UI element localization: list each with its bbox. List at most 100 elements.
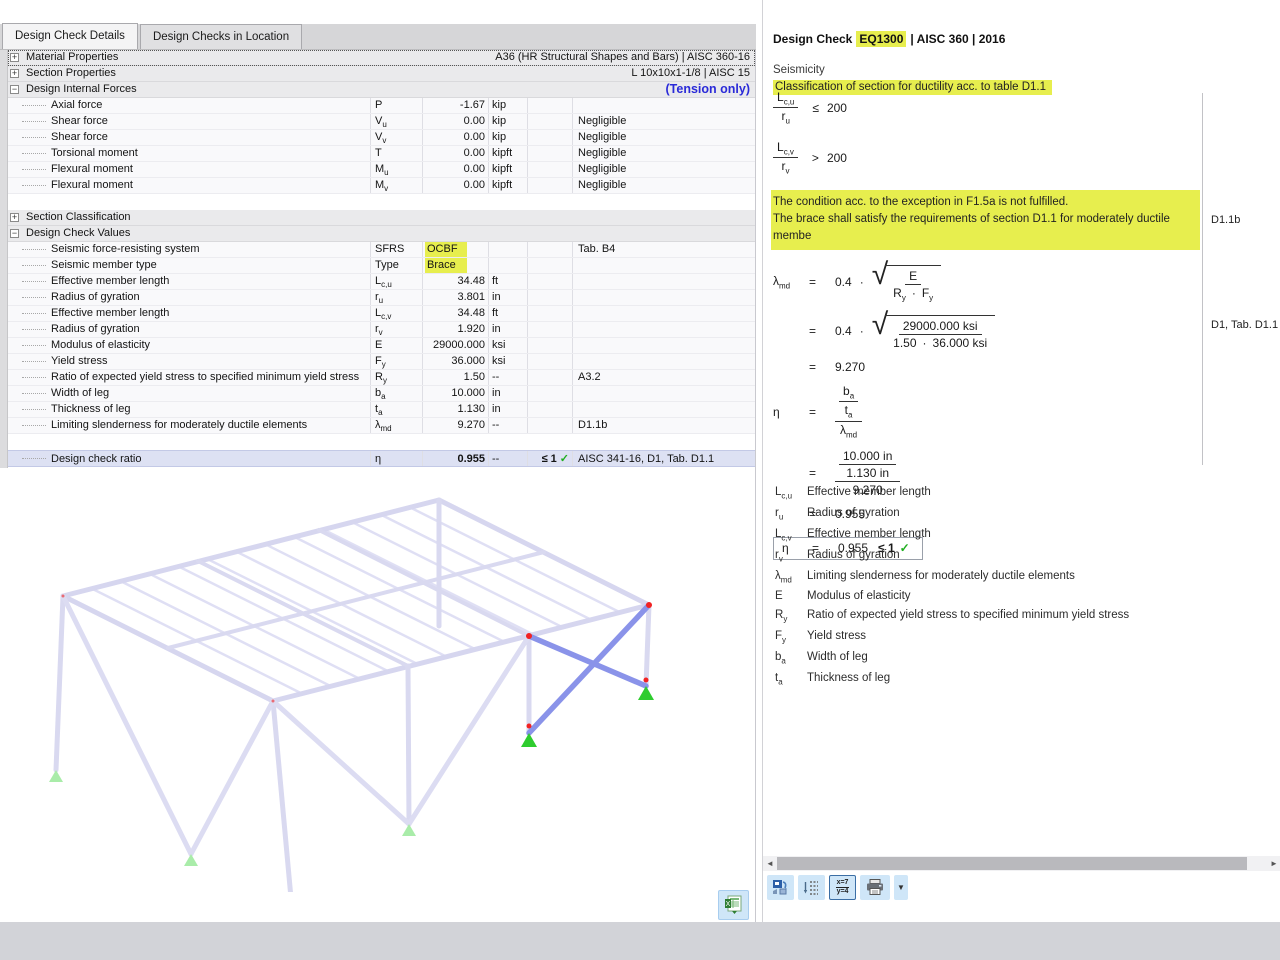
scroll-right-button[interactable]: ► bbox=[1267, 856, 1280, 871]
criterion-cell bbox=[527, 162, 572, 177]
criterion-cell bbox=[527, 402, 572, 417]
section-row[interactable]: + Section Properties L 10x10x1-1/8 | AISC … bbox=[8, 66, 755, 82]
details-level-button[interactable] bbox=[798, 874, 825, 900]
value-cell: 1.130 bbox=[422, 402, 488, 417]
design-ratio-row[interactable]: Design check ratio η 0.955 -- ≤ 1 ✓ AISC 341-1… bbox=[8, 450, 755, 467]
table-row[interactable]: Yield stress Fy 36.000 ksi bbox=[8, 354, 755, 370]
scrollbar-thumb[interactable] bbox=[777, 857, 1247, 870]
highlighted-x-brace[interactable] bbox=[526, 602, 652, 736]
reference-cell: Negligible bbox=[572, 130, 755, 145]
section-label: Section Classification bbox=[26, 211, 131, 223]
show-values-button[interactable]: x=7 y=4 bbox=[829, 874, 856, 900]
table-row[interactable]: Flexural moment Mv 0.00 kipft Negligible bbox=[8, 178, 755, 194]
table-row[interactable]: Seismic member type Type Brace bbox=[8, 258, 755, 274]
table-row[interactable]: Modulus of elasticity E 29000.000 ksi bbox=[8, 338, 755, 354]
section-row[interactable]: + Section Classification bbox=[8, 210, 755, 226]
section-label: Design Internal Forces bbox=[26, 83, 137, 95]
check-id-highlight: EQ1300 bbox=[856, 31, 907, 47]
criterion-cell bbox=[527, 354, 572, 369]
table-row[interactable]: Radius of gyration ru 3.801 in bbox=[8, 290, 755, 306]
table-row[interactable]: Width of leg ba 10.000 in bbox=[8, 386, 755, 402]
tab-design-checks-in-location[interactable]: Design Checks in Location bbox=[139, 24, 303, 49]
section-value: (Tension only) bbox=[665, 82, 751, 96]
section-row[interactable]: − Design Internal Forces (Tension only) bbox=[8, 82, 755, 98]
table-row[interactable]: Thickness of leg ta 1.130 in bbox=[8, 402, 755, 418]
value-cell: 10.000 bbox=[422, 386, 488, 401]
symbol-subscript: y bbox=[381, 360, 386, 369]
scroll-left-button[interactable]: ◄ bbox=[763, 856, 777, 871]
value-cell: 0.00 bbox=[422, 162, 488, 177]
unit-cell: ksi bbox=[488, 338, 527, 353]
row-label: Effective member length bbox=[8, 274, 370, 289]
print-button[interactable] bbox=[860, 874, 890, 900]
table-row[interactable]: Ratio of expected yield stress to specif… bbox=[8, 370, 755, 386]
value-cell: 34.48 bbox=[422, 274, 488, 289]
transfer-result-button[interactable] bbox=[767, 874, 794, 900]
table-row[interactable]: Seismic force-resisting system SFRS OCBF Ta… bbox=[8, 242, 755, 258]
legend-symbol: Lc,v bbox=[775, 527, 792, 543]
symbol-cell: SFRS bbox=[370, 242, 422, 257]
table-row[interactable]: Effective member length Lc,u 34.48 ft bbox=[8, 274, 755, 290]
collapse-icon[interactable]: − bbox=[10, 85, 19, 94]
unit-cell: in bbox=[488, 386, 527, 401]
legend-subscript: c,u bbox=[781, 491, 793, 501]
table-row[interactable]: Radius of gyration rv 1.920 in bbox=[8, 322, 755, 338]
legend-subscript: a bbox=[781, 656, 786, 666]
symbol-subscript: v bbox=[384, 184, 389, 193]
print-options-caret[interactable]: ▼ bbox=[894, 874, 908, 900]
symbol-subscript: v bbox=[378, 328, 383, 337]
values-icon: x=7 y=4 bbox=[835, 879, 850, 895]
legend-row: ru Radius of gyration bbox=[775, 507, 1129, 521]
legend-description: Ratio of expected yield stress to specif… bbox=[807, 609, 1130, 622]
value-cell: 3.801 bbox=[422, 290, 488, 305]
expand-icon[interactable]: + bbox=[10, 213, 19, 222]
horizontal-scrollbar[interactable]: ◄ ► bbox=[763, 856, 1280, 871]
reference-cell bbox=[572, 354, 755, 369]
table-row[interactable]: Shear force Vu 0.00 kip Negligible bbox=[8, 114, 755, 130]
table-row[interactable]: Limiting slenderness for moderately duct… bbox=[8, 418, 755, 434]
reference-cell: A3.2 bbox=[572, 370, 755, 385]
highlighted-value: Brace bbox=[425, 258, 467, 273]
expand-icon[interactable]: + bbox=[10, 69, 19, 78]
symbol-subscript: c,v bbox=[381, 312, 392, 321]
table-row[interactable]: Flexural moment Mu 0.00 kipft Negligible bbox=[8, 162, 755, 178]
unit-cell: ksi bbox=[488, 354, 527, 369]
unit-cell: kipft bbox=[488, 146, 527, 161]
table-row[interactable]: Effective member length Lc,v 34.48 ft bbox=[8, 306, 755, 322]
symbol-cell: Type bbox=[370, 258, 422, 273]
legend-subscript: u bbox=[778, 512, 784, 522]
tree-stub bbox=[22, 409, 46, 410]
symbol-subscript: u bbox=[378, 296, 384, 305]
legend-row: E Modulus of elasticity bbox=[775, 590, 1129, 602]
table-row[interactable]: Torsional moment T 0.00 kipft Negligible bbox=[8, 146, 755, 162]
symbol-cell: Ry bbox=[370, 370, 422, 385]
export-to-excel-button[interactable]: X bbox=[718, 890, 749, 920]
lambda-md-formula: λmd = 0.4 · √ E Ry · Fy = 0.4 · √ 29000.000 ksi… bbox=[773, 259, 1199, 374]
symbol-cell: Lc,v bbox=[370, 306, 422, 321]
model-3d-viewport[interactable] bbox=[1, 468, 754, 921]
tree-stub bbox=[22, 377, 46, 378]
reference-cell bbox=[572, 322, 755, 337]
collapse-icon[interactable]: − bbox=[10, 229, 19, 238]
tab-bar: Design Check Details Design Checks in Lo… bbox=[0, 23, 756, 50]
legend-subscript: a bbox=[778, 677, 783, 687]
tab-design-check-details[interactable]: Design Check Details bbox=[2, 23, 138, 49]
expand-icon[interactable]: + bbox=[10, 53, 19, 62]
reference-cell: Negligible bbox=[572, 146, 755, 161]
legend-symbol: Lc,u bbox=[775, 486, 793, 501]
tree-stub bbox=[22, 105, 46, 106]
reference-cell: D1.1b bbox=[572, 418, 755, 433]
legend-subscript: md bbox=[780, 574, 792, 584]
legend-symbol: ru bbox=[775, 506, 784, 522]
table-row[interactable]: Axial force P -1.67 kip bbox=[8, 98, 755, 114]
design-check-details-pane: Design Check Details Design Checks in Lo… bbox=[0, 23, 756, 922]
row-label: Design check ratio bbox=[8, 451, 370, 466]
section-row[interactable]: − Design Check Values bbox=[8, 226, 755, 242]
tree-stub bbox=[22, 361, 46, 362]
legend-subscript: y bbox=[783, 614, 788, 624]
table-row[interactable]: Shear force Vv 0.00 kip Negligible bbox=[8, 130, 755, 146]
section-row[interactable]: + Material Properties A36 (HR Structural S… bbox=[8, 50, 755, 66]
tree-stub bbox=[22, 185, 46, 186]
support-icons bbox=[49, 686, 654, 921]
unit-cell: in bbox=[488, 290, 527, 305]
